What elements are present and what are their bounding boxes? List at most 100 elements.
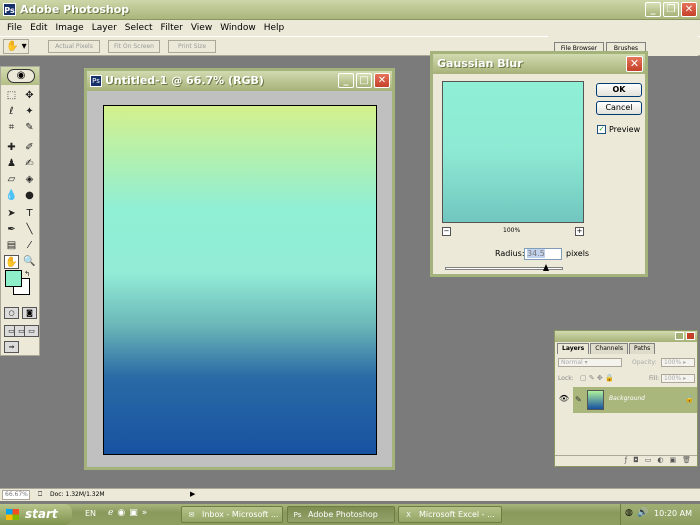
menu-view[interactable]: View bbox=[187, 23, 216, 33]
menu-select[interactable]: Select bbox=[121, 23, 157, 33]
paint-bucket-tool-icon[interactable]: ◈ bbox=[22, 173, 37, 187]
restore-button[interactable]: ❐ bbox=[663, 2, 679, 17]
jump-to-imageready-icon[interactable]: ⇒ bbox=[4, 341, 19, 353]
cancel-button[interactable]: Cancel bbox=[596, 101, 642, 115]
excel-icon: X bbox=[406, 511, 411, 519]
menu-filter[interactable]: Filter bbox=[157, 23, 187, 33]
menu-layer[interactable]: Layer bbox=[88, 23, 121, 33]
layer-row-background[interactable]: ✎ Background 🔒 bbox=[573, 387, 697, 413]
start-label: start bbox=[25, 507, 58, 521]
status-menu-arrow-icon[interactable]: ▶ bbox=[190, 490, 195, 498]
doc-maximize-button[interactable]: □ bbox=[356, 73, 372, 88]
maximize-icon: □ bbox=[359, 75, 369, 86]
taskbar-item-label: Inbox - Microsoft ... bbox=[202, 510, 279, 519]
full-screen-mode-icon[interactable]: ▭ bbox=[24, 325, 39, 337]
zoom-in-button[interactable]: + bbox=[575, 227, 584, 236]
zoom-field[interactable]: 66.67% bbox=[2, 490, 30, 500]
history-brush-tool-icon[interactable]: ✍ bbox=[22, 157, 37, 171]
dodge-tool-icon[interactable]: ● bbox=[22, 189, 37, 203]
fit-on-screen-button[interactable]: Fit On Screen bbox=[108, 40, 160, 53]
magic-wand-tool-icon[interactable]: ✦ bbox=[22, 105, 37, 119]
trash-icon[interactable]: 🗑 bbox=[682, 456, 691, 466]
minimize-button[interactable]: _ bbox=[645, 2, 661, 17]
dialog-title: Gaussian Blur bbox=[437, 57, 523, 70]
eraser-tool-icon[interactable]: ▱ bbox=[4, 173, 19, 187]
notes-tool-icon[interactable]: ▤ bbox=[4, 239, 19, 253]
adjustment-layer-icon[interactable]: ◐ bbox=[657, 456, 663, 466]
doc-minimize-button[interactable]: _ bbox=[338, 73, 354, 88]
fill-field[interactable]: 100% ▸ bbox=[661, 374, 695, 383]
move-tool-icon[interactable]: ✥ bbox=[22, 89, 37, 103]
layer-style-icon[interactable]: ƒ bbox=[625, 456, 627, 466]
palette-close-button[interactable] bbox=[686, 332, 695, 340]
pen-tool-icon[interactable]: ✒ bbox=[4, 223, 19, 237]
layer-mask-icon[interactable]: ◘ bbox=[633, 456, 639, 466]
slice-tool-icon[interactable]: ✎ bbox=[22, 121, 37, 135]
foreground-color-swatch[interactable] bbox=[5, 270, 22, 287]
minimize-icon: _ bbox=[343, 75, 349, 86]
swap-colors-icon[interactable]: ↰ bbox=[22, 267, 32, 281]
radius-input[interactable]: 34.5 bbox=[524, 248, 562, 260]
standard-mode-icon[interactable]: ○ bbox=[4, 307, 19, 319]
hand-tool-preset-picker[interactable]: ✋ ▾ bbox=[3, 39, 29, 54]
taskbar-item-label: Microsoft Excel - ... bbox=[419, 510, 495, 519]
taskbar-item-inbox[interactable]: ✉ Inbox - Microsoft ... bbox=[181, 506, 283, 523]
brush-tool-icon[interactable]: ✐ bbox=[22, 141, 37, 155]
doc-close-button[interactable]: ✕ bbox=[374, 73, 390, 88]
layer-set-icon[interactable]: ▭ bbox=[645, 456, 652, 466]
blur-tool-icon[interactable]: 💧 bbox=[4, 189, 19, 203]
tab-layers[interactable]: Layers bbox=[557, 343, 590, 354]
outlook-icon[interactable]: ◉ bbox=[117, 508, 125, 518]
dialog-title-bar[interactable]: Gaussian Blur ✕ bbox=[433, 54, 645, 74]
eyedropper-tool-icon[interactable]: ⁄ bbox=[22, 239, 37, 253]
adobe-online-icon[interactable]: ◉ bbox=[7, 69, 35, 83]
tray-app-icon[interactable]: ◍ bbox=[625, 508, 633, 518]
blend-mode-select[interactable]: Normal ▾ bbox=[558, 358, 622, 367]
layers-palette-header[interactable] bbox=[555, 331, 697, 342]
preview-checkbox[interactable]: ✓ bbox=[597, 125, 606, 134]
palette-minimize-button[interactable] bbox=[675, 332, 684, 340]
image-canvas[interactable] bbox=[103, 105, 377, 455]
lock-icons[interactable]: ▢ ✎ ✥ 🔒 bbox=[580, 374, 640, 382]
actual-pixels-button[interactable]: Actual Pixels bbox=[48, 40, 100, 53]
new-layer-icon[interactable]: ▣ bbox=[669, 456, 676, 466]
ok-button[interactable]: OK bbox=[596, 83, 642, 97]
menu-file[interactable]: File bbox=[3, 23, 26, 33]
marquee-tool-icon[interactable]: ⬚ bbox=[4, 89, 19, 103]
quick-mask-mode-icon[interactable]: ◙ bbox=[22, 307, 37, 319]
hand-tool-icon[interactable]: ✋ bbox=[4, 255, 19, 269]
zoom-out-button[interactable]: − bbox=[442, 227, 451, 236]
opacity-field[interactable]: 100% ▸ bbox=[661, 358, 695, 367]
close-button[interactable]: ✕ bbox=[681, 2, 697, 17]
quick-launch-more-icon[interactable]: » bbox=[142, 508, 148, 518]
blur-preview[interactable] bbox=[442, 81, 584, 223]
menu-help[interactable]: Help bbox=[260, 23, 289, 33]
lasso-tool-icon[interactable]: ℓ bbox=[4, 105, 19, 119]
tab-channels[interactable]: Channels bbox=[590, 343, 628, 354]
layer-visibility-eye-icon[interactable]: 👁 bbox=[558, 394, 570, 406]
taskbar-item-photoshop[interactable]: Ps Adobe Photoshop bbox=[287, 506, 395, 523]
menu-image[interactable]: Image bbox=[52, 23, 88, 33]
type-tool-icon[interactable]: T bbox=[22, 207, 37, 221]
healing-brush-tool-icon[interactable]: ✚ bbox=[4, 141, 19, 155]
show-desktop-icon[interactable]: ▣ bbox=[129, 508, 138, 518]
close-icon: ✕ bbox=[377, 75, 387, 86]
menu-edit[interactable]: Edit bbox=[26, 23, 51, 33]
document-title-bar[interactable]: Ps Untitled-1 @ 66.7% (RGB) _ □ ✕ bbox=[87, 71, 392, 91]
clone-stamp-tool-icon[interactable]: ♟ bbox=[4, 157, 19, 171]
line-tool-icon[interactable]: ╲ bbox=[22, 223, 37, 237]
start-button[interactable]: start bbox=[0, 504, 72, 525]
tab-paths[interactable]: Paths bbox=[628, 343, 656, 354]
language-indicator[interactable]: EN bbox=[85, 509, 96, 518]
volume-icon[interactable]: 🔊 bbox=[637, 508, 648, 518]
print-size-button[interactable]: Print Size bbox=[168, 40, 216, 53]
crop-tool-icon[interactable]: ⌗ bbox=[4, 121, 19, 135]
path-selection-tool-icon[interactable]: ➤ bbox=[4, 207, 19, 221]
dialog-close-button[interactable]: ✕ bbox=[626, 56, 643, 72]
layer-lock-icon: 🔒 bbox=[685, 395, 694, 403]
system-tray: ◍ 🔊 10:20 AM bbox=[620, 504, 700, 525]
taskbar-item-excel[interactable]: X Microsoft Excel - ... bbox=[398, 506, 502, 523]
menu-window[interactable]: Window bbox=[216, 23, 260, 33]
ie-icon[interactable]: ℯ bbox=[108, 508, 113, 518]
app-title-bar: Ps Adobe Photoshop _ ❐ ✕ bbox=[0, 0, 700, 20]
